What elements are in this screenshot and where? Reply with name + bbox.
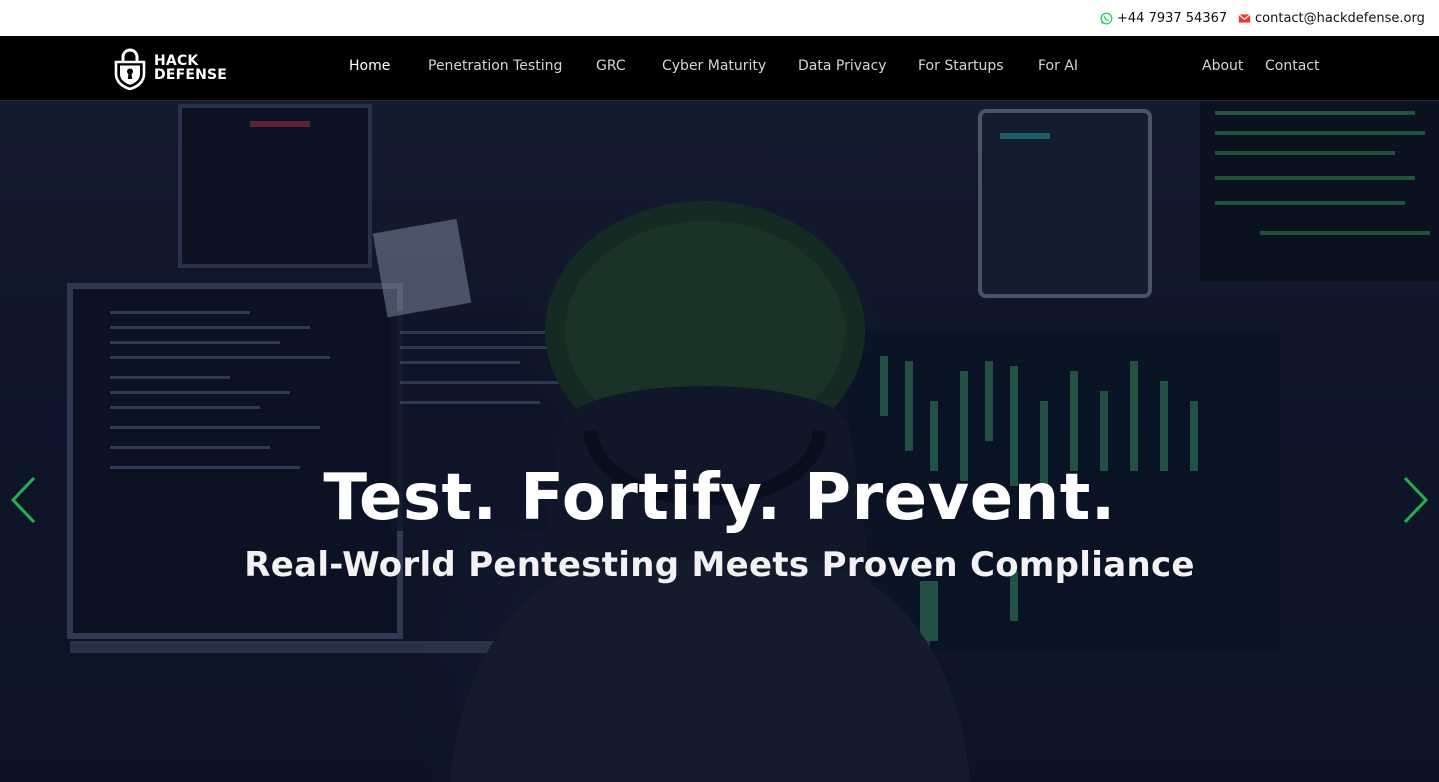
hero-overlay — [0, 101, 1439, 782]
carousel-prev-button[interactable] — [8, 475, 38, 525]
logo-text: HACK DEFENSE — [154, 54, 227, 82]
chevron-left-icon — [10, 476, 36, 524]
nav-home[interactable]: Home — [349, 58, 390, 78]
nav-contact[interactable]: Contact — [1265, 58, 1319, 78]
hero-carousel: Test. Fortify. Prevent. Real-World Pente… — [0, 101, 1439, 782]
top-contact-bar: +44 7937 54367 contact@hackdefense.org — [0, 0, 1439, 36]
nav-data-privacy[interactable]: Data Privacy — [798, 58, 887, 78]
logo-line-2: DEFENSE — [154, 67, 228, 83]
logo-line-1: HACK — [154, 53, 199, 69]
email-link[interactable]: contact@hackdefense.org — [1238, 9, 1425, 27]
main-navbar: HACK DEFENSE Home Penetration Testing GR… — [0, 36, 1439, 101]
carousel-next-button[interactable] — [1401, 475, 1431, 525]
site-logo[interactable]: HACK DEFENSE — [112, 45, 232, 91]
nav-grc[interactable]: GRC — [596, 58, 626, 78]
email-address: contact@hackdefense.org — [1255, 10, 1425, 26]
nav-about[interactable]: About — [1202, 58, 1243, 78]
nav-for-startups[interactable]: For Startups — [918, 58, 1004, 78]
chevron-right-icon — [1403, 476, 1429, 524]
whatsapp-icon — [1100, 12, 1113, 25]
phone-number: +44 7937 54367 — [1117, 10, 1228, 26]
nav-penetration-testing[interactable]: Penetration Testing — [428, 58, 562, 78]
nav-cyber-maturity[interactable]: Cyber Maturity — [662, 58, 766, 78]
hero-subtitle: Real-World Pentesting Meets Proven Compl… — [244, 545, 1195, 585]
phone-link[interactable]: +44 7937 54367 — [1100, 9, 1227, 27]
hero-title: Test. Fortify. Prevent. — [323, 461, 1116, 535]
envelope-icon — [1238, 12, 1251, 25]
nav-for-ai[interactable]: For AI — [1038, 58, 1078, 78]
padlock-shield-icon — [114, 48, 146, 90]
